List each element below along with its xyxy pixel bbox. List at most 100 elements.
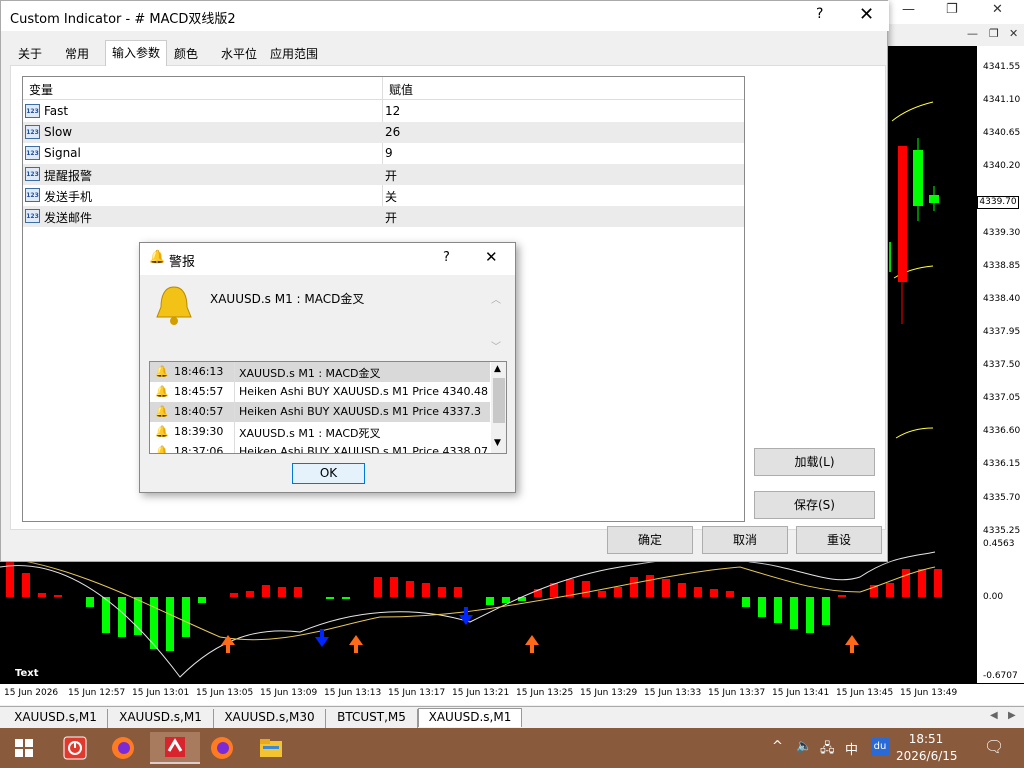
- histogram-bar: [774, 597, 782, 623]
- taskbar-app-firefox-2[interactable]: [202, 732, 242, 764]
- histogram-bar: [342, 597, 350, 599]
- taskbar-app-metatrader[interactable]: [150, 732, 200, 764]
- network-icon[interactable]: 🖧: [820, 739, 835, 761]
- alert-time: 18:45:57: [174, 385, 224, 398]
- list-item[interactable]: 🔔 18:40:57 Heiken Ashi BUY XAUUSD.s M1 P…: [150, 402, 490, 422]
- list-item[interactable]: 🔔 18:46:13 XAUUSD.s M1 : MACD金叉: [150, 362, 490, 382]
- chart-tab[interactable]: XAUUSD.s,M1: [108, 709, 214, 728]
- alert-help-button[interactable]: ?: [443, 250, 450, 265]
- clock-time: 18:51: [908, 732, 944, 746]
- param-value[interactable]: 开: [385, 167, 397, 184]
- ma-line-upper: [891, 101, 934, 122]
- tray-clock[interactable]: 18:51 2026/6/15: [896, 731, 958, 765]
- tab-visualization[interactable]: 应用范围: [265, 42, 323, 64]
- current-price-marker: 4339.70: [977, 196, 1019, 209]
- alert-title: 警报: [169, 255, 196, 270]
- tab-scroll-right-icon[interactable]: ▶: [1008, 710, 1016, 721]
- start-button[interactable]: [4, 732, 44, 764]
- close-button[interactable]: ✕: [992, 2, 1003, 17]
- alert-close-button[interactable]: ✕: [485, 248, 498, 266]
- scroll-down-icon[interactable]: ﹀: [491, 338, 501, 353]
- alert-dialog: 🔔 警报 ? ✕ XAUUSD.s M1 : MACD金叉 ︿ ﹀ 🔔 18:4…: [139, 242, 516, 493]
- ok-button[interactable]: 确定: [607, 526, 693, 554]
- bell-icon: 🔔: [149, 250, 166, 265]
- histogram-bar: [646, 575, 654, 597]
- number-param-icon: 123: [25, 104, 40, 118]
- price-tick: 4337.05: [983, 393, 1021, 403]
- tab-colors[interactable]: 颜色: [167, 42, 205, 64]
- cancel-button[interactable]: 取消: [702, 526, 788, 554]
- dialog-close-button[interactable]: ✕: [859, 4, 874, 25]
- param-value[interactable]: 12: [385, 104, 400, 118]
- tab-about[interactable]: 关于: [10, 42, 50, 64]
- chart-restore-button[interactable]: ❐: [989, 27, 999, 40]
- histogram-bar: [822, 597, 830, 625]
- ime-indicator[interactable]: 中: [845, 739, 858, 758]
- param-value[interactable]: 关: [385, 188, 397, 205]
- message-scrollbar[interactable]: ︿ ﹀: [491, 283, 505, 353]
- taskbar-app-firefox[interactable]: [103, 732, 143, 764]
- scroll-thumb[interactable]: [493, 378, 505, 423]
- load-button[interactable]: 加载(L): [754, 448, 875, 476]
- histogram-bar: [38, 593, 46, 597]
- taskbar-app-power[interactable]: [55, 732, 95, 764]
- param-row[interactable]: 123 Slow 26: [23, 122, 744, 143]
- param-name: Signal: [44, 146, 81, 160]
- chart-tab-active[interactable]: XAUUSD.s,M1: [418, 708, 522, 727]
- price-tick: 4337.50: [983, 360, 1021, 370]
- taskbar-app-explorer[interactable]: [251, 732, 291, 764]
- param-value[interactable]: 9: [385, 146, 393, 160]
- alert-ok-button[interactable]: OK: [292, 463, 365, 484]
- help-button[interactable]: ?: [816, 6, 823, 22]
- chart-tab[interactable]: XAUUSD.s,M1: [4, 709, 108, 728]
- time-tick: 15 Jun 13:33: [644, 688, 702, 698]
- volume-icon[interactable]: 🔈: [796, 739, 812, 754]
- price-chart[interactable]: [888, 46, 976, 537]
- histogram-bar: [710, 589, 718, 597]
- histogram-bar: [614, 587, 622, 597]
- number-param-icon: 123: [25, 167, 40, 181]
- tab-levels[interactable]: 水平位: [213, 42, 265, 64]
- histogram-bar: [902, 569, 910, 597]
- alert-history-list[interactable]: 🔔 18:46:13 XAUUSD.s M1 : MACD金叉 🔔 18:45:…: [149, 361, 507, 454]
- tab-inputs[interactable]: 输入参数: [105, 40, 167, 66]
- list-item[interactable]: 🔔 18:37:06 Heiken Ashi BUY XAUUSD.s M1 P…: [150, 442, 490, 453]
- scroll-up-icon[interactable]: ︿: [491, 291, 501, 306]
- param-row[interactable]: 123 Signal 9: [23, 143, 744, 164]
- restore-button[interactable]: ❐: [946, 2, 958, 17]
- histogram-bar: [742, 597, 750, 607]
- list-item[interactable]: 🔔 18:45:57 Heiken Ashi BUY XAUUSD.s M1 P…: [150, 382, 490, 402]
- chart-minimize-button[interactable]: —: [967, 27, 978, 40]
- minimize-button[interactable]: —: [902, 2, 915, 17]
- list-scrollbar[interactable]: ▲ ▼: [491, 362, 506, 453]
- column-header-value[interactable]: 赋值: [389, 81, 413, 98]
- scroll-up-icon[interactable]: ▲: [494, 364, 501, 374]
- scroll-down-icon[interactable]: ▼: [494, 438, 501, 448]
- param-row[interactable]: 123 Fast 12: [23, 101, 744, 122]
- param-value[interactable]: 开: [385, 209, 397, 226]
- notification-icon[interactable]: 🗨: [984, 737, 1004, 756]
- chart-tab[interactable]: BTCUST,M5: [326, 709, 418, 728]
- buy-arrow-icon: [845, 635, 859, 653]
- reset-button[interactable]: 重设: [796, 526, 882, 554]
- histogram-bar: [630, 577, 638, 597]
- column-header-variable[interactable]: 变量: [29, 81, 53, 98]
- param-row[interactable]: 123 提醒报警 开: [23, 164, 744, 185]
- tab-scroll-left-icon[interactable]: ◀: [990, 710, 998, 721]
- chart-close-button[interactable]: ✕: [1009, 27, 1018, 40]
- param-row[interactable]: 123 发送手机 关: [23, 185, 744, 206]
- time-tick: 15 Jun 13:13: [324, 688, 382, 698]
- param-value[interactable]: 26: [385, 125, 400, 139]
- tray-chevron-icon[interactable]: ^: [772, 739, 783, 754]
- time-tick: 15 Jun 13:37: [708, 688, 766, 698]
- list-item[interactable]: 🔔 18:39:30 XAUUSD.s M1 : MACD死叉: [150, 422, 490, 442]
- ime2-icon[interactable]: du: [871, 738, 889, 756]
- chart-tab[interactable]: XAUUSD.s,M30: [214, 709, 326, 728]
- tab-common[interactable]: 常用: [54, 42, 100, 64]
- histogram-bar: [726, 591, 734, 597]
- price-tick: 4341.10: [983, 95, 1021, 105]
- save-button[interactable]: 保存(S): [754, 491, 875, 519]
- price-tick: 4338.40: [983, 294, 1021, 304]
- param-row[interactable]: 123 发送邮件 开: [23, 206, 744, 227]
- chart-window-controls: — ❐ ✕: [888, 24, 1024, 46]
